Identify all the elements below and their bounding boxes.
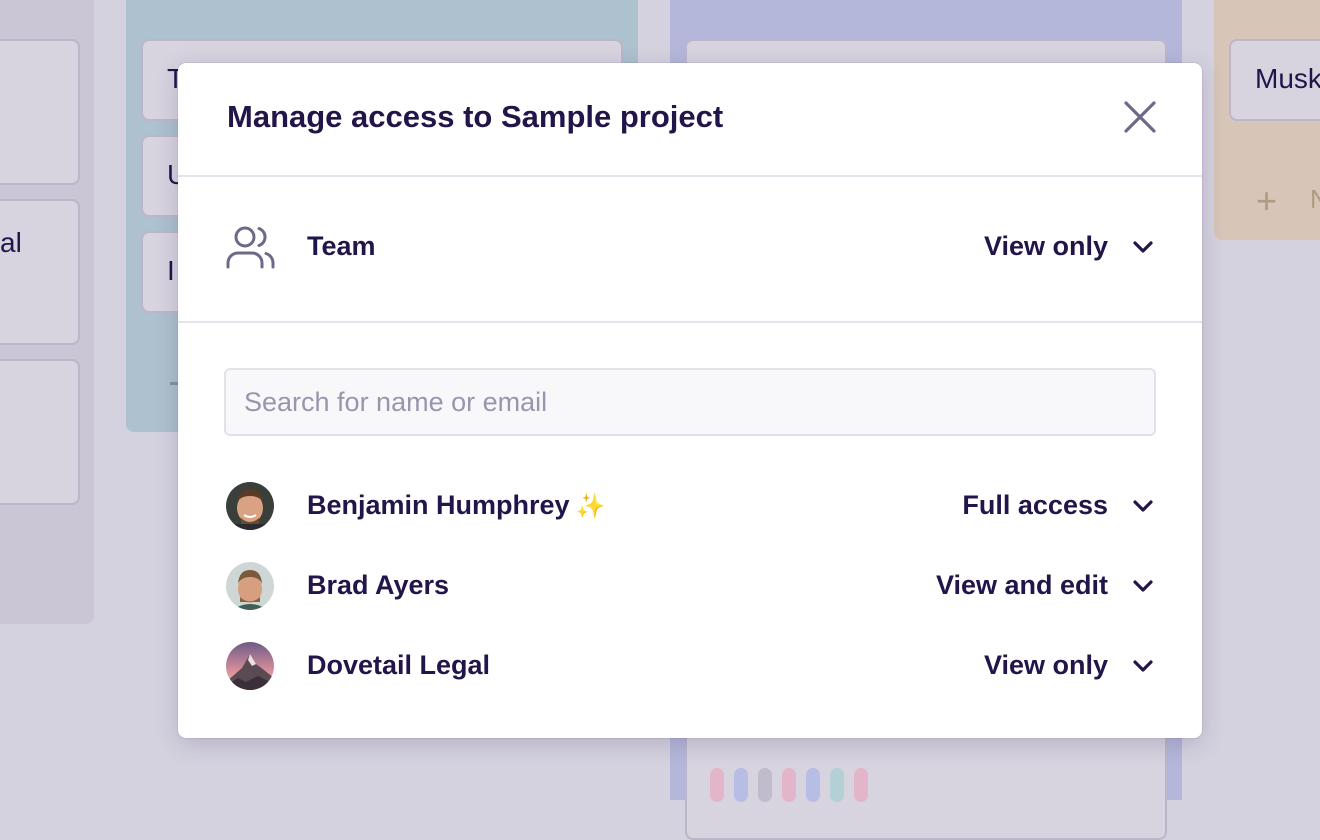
- tag-pills: [710, 768, 868, 802]
- card-title: Musk: [1255, 63, 1320, 94]
- manage-access-modal: Manage access to Sample project Team Vie…: [178, 63, 1202, 738]
- member-row: Brad Ayers View and edit: [178, 556, 1202, 616]
- sparkles-icon: ✨: [575, 493, 606, 520]
- tag-pill: [782, 768, 796, 802]
- tag-pill: [854, 768, 868, 802]
- member-row: Benjamin Humphrey ✨ Full access: [178, 476, 1202, 536]
- board-card[interactable]: al: [0, 199, 80, 345]
- board-card[interactable]: [0, 359, 80, 505]
- tag-pill: [758, 768, 772, 802]
- access-level: View only: [983, 231, 1108, 261]
- board-card[interactable]: Musk: [1229, 39, 1320, 121]
- member-access-dropdown[interactable]: View and edit: [936, 570, 1154, 601]
- access-level: Full access: [962, 490, 1108, 520]
- modal-title: Manage access to Sample project: [227, 99, 724, 134]
- member-access-dropdown[interactable]: View only: [984, 650, 1154, 681]
- chevron-down-icon: [1133, 240, 1153, 253]
- tag-pill: [806, 768, 820, 802]
- avatar: [226, 642, 274, 690]
- search-input[interactable]: [226, 370, 1154, 434]
- team-access-row: Team View only: [178, 177, 1202, 323]
- chevron-down-icon: [1133, 499, 1153, 512]
- board-card[interactable]: [0, 39, 80, 185]
- card-title: al: [0, 227, 22, 258]
- tag-pill: [830, 768, 844, 802]
- chevron-down-icon: [1133, 579, 1153, 592]
- search-field: [224, 368, 1156, 436]
- member-name: Benjamin Humphrey ✨: [307, 490, 605, 521]
- close-icon[interactable]: [1122, 99, 1158, 135]
- avatar: [226, 562, 274, 610]
- member-name: Brad Ayers: [307, 570, 450, 600]
- modal-header: Manage access to Sample project: [178, 63, 1202, 177]
- tag-pill: [710, 768, 724, 802]
- tag-pill: [734, 768, 748, 802]
- access-level: View and edit: [935, 570, 1108, 600]
- plus-icon[interactable]: +: [1256, 180, 1277, 222]
- team-access-dropdown[interactable]: View only: [984, 231, 1154, 262]
- chevron-down-icon: [1133, 659, 1153, 672]
- team-icon: [226, 226, 275, 269]
- team-label: Team: [307, 231, 376, 261]
- member-row: Dovetail Legal View only: [178, 636, 1202, 696]
- member-access-dropdown[interactable]: Full access: [962, 490, 1154, 521]
- access-level: View only: [983, 650, 1108, 680]
- card-title: I: [167, 255, 175, 286]
- member-name-text: Benjamin Humphrey: [307, 490, 570, 520]
- new-card-label[interactable]: N: [1310, 184, 1320, 215]
- avatar: [226, 482, 274, 530]
- member-name: Dovetail Legal: [307, 650, 491, 680]
